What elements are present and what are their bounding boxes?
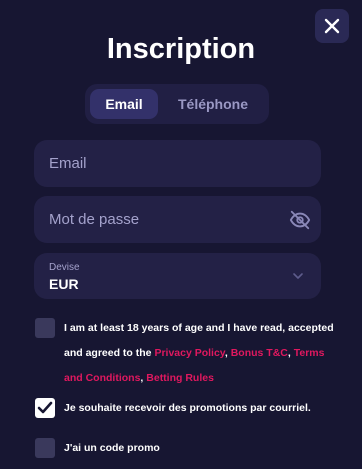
- promotions-label: Je souhaite recevoir des promotions par …: [64, 402, 311, 414]
- bonus-tc-link[interactable]: Bonus T&C: [231, 347, 288, 359]
- tab-telephone[interactable]: Téléphone: [162, 89, 264, 119]
- signup-method-tabs: Email Téléphone: [85, 84, 269, 124]
- email-field-wrapper: [34, 140, 321, 187]
- checkmark-icon: [37, 401, 53, 414]
- tab-email[interactable]: Email: [90, 89, 158, 119]
- modal-title: Inscription: [106, 33, 256, 65]
- email-field[interactable]: [34, 140, 321, 187]
- chevron-down-icon: [293, 273, 303, 279]
- close-icon: [324, 18, 340, 34]
- privacy-policy-link[interactable]: Privacy Policy: [154, 347, 224, 359]
- currency-label: Devise: [49, 262, 80, 273]
- promotions-checkbox[interactable]: [35, 398, 55, 418]
- currency-select[interactable]: Devise EUR: [34, 253, 321, 299]
- terms-checkbox[interactable]: [35, 318, 55, 338]
- password-field-wrapper: [34, 196, 321, 243]
- password-field[interactable]: [34, 196, 321, 243]
- currency-value: EUR: [49, 276, 79, 292]
- promo-code-label: J'ai un code promo: [64, 442, 160, 454]
- promo-code-checkbox[interactable]: [35, 438, 55, 458]
- eye-off-icon[interactable]: [289, 209, 311, 231]
- betting-rules-link[interactable]: Betting Rules: [146, 372, 214, 384]
- terms-text: I am at least 18 years of age and I have…: [64, 316, 334, 391]
